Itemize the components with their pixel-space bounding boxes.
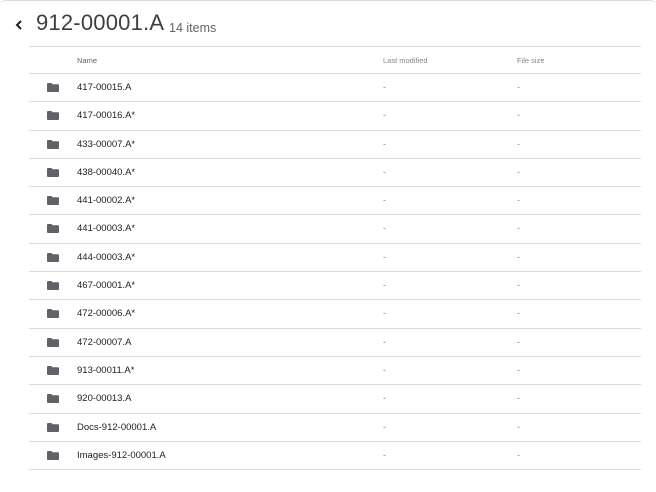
file-size-value: - bbox=[517, 110, 520, 121]
file-name[interactable]: 441-00003.A* bbox=[77, 223, 135, 234]
file-name[interactable]: 441-00002.A* bbox=[77, 195, 135, 206]
file-name[interactable]: 444-00003.A* bbox=[77, 252, 135, 263]
folder-icon bbox=[47, 111, 59, 121]
file-name[interactable]: 438-00040.A* bbox=[77, 167, 135, 178]
table-row[interactable]: Images-912-00001.A - - bbox=[29, 442, 641, 471]
chevron-left-icon bbox=[15, 20, 22, 30]
table-row[interactable]: 441-00003.A* - - bbox=[29, 215, 641, 244]
table-row[interactable]: 913-00011.A* - - bbox=[29, 357, 641, 386]
file-browser: 912-00001.A 14 items Name Last modified … bbox=[0, 0, 656, 492]
last-modified-value: - bbox=[383, 251, 386, 262]
last-modified-value: - bbox=[383, 336, 386, 347]
folder-icon bbox=[47, 450, 59, 460]
file-name[interactable]: 472-00007.A bbox=[77, 337, 131, 348]
file-size-value: - bbox=[517, 251, 520, 262]
table-row[interactable]: 444-00003.A* - - bbox=[29, 244, 641, 273]
file-size-value: - bbox=[517, 223, 520, 234]
table-row[interactable]: 472-00006.A* - - bbox=[29, 300, 641, 329]
last-modified-value: - bbox=[383, 166, 386, 177]
table-row[interactable]: 441-00002.A* - - bbox=[29, 187, 641, 216]
folder-icon bbox=[47, 196, 59, 206]
file-size-value: - bbox=[517, 393, 520, 404]
file-name[interactable]: 467-00001.A* bbox=[77, 280, 135, 291]
table-row[interactable]: 467-00001.A* - - bbox=[29, 272, 641, 301]
folder-icon bbox=[47, 422, 59, 432]
file-name[interactable]: 913-00011.A* bbox=[77, 365, 134, 376]
last-modified-value: - bbox=[383, 138, 386, 149]
last-modified-value: - bbox=[383, 82, 386, 92]
back-button[interactable] bbox=[12, 17, 26, 33]
file-size-value: - bbox=[517, 166, 520, 177]
last-modified-value: - bbox=[383, 308, 386, 319]
column-header-file-size[interactable]: File size bbox=[517, 56, 545, 65]
table-row[interactable]: 472-00007.A - - bbox=[29, 329, 641, 357]
folder-icon bbox=[47, 365, 59, 375]
last-modified-value: - bbox=[383, 195, 386, 206]
last-modified-value: - bbox=[383, 110, 386, 121]
file-size-value: - bbox=[517, 421, 520, 432]
table-row[interactable]: 417-00016.A* - - bbox=[29, 102, 641, 131]
file-size-value: - bbox=[517, 336, 520, 347]
file-name[interactable]: 920-00013.A bbox=[77, 393, 131, 404]
file-name[interactable]: 417-00015.A bbox=[77, 82, 131, 93]
file-name[interactable]: Docs-912-00001.A bbox=[77, 422, 156, 433]
table-header: Name Last modified File size bbox=[29, 46, 641, 74]
folder-icon bbox=[47, 224, 59, 234]
page-title: 912-00001.A bbox=[36, 10, 165, 35]
folder-icon bbox=[47, 83, 59, 92]
file-name[interactable]: 472-00006.A* bbox=[77, 308, 135, 319]
table-row[interactable]: 433-00007.A* - - bbox=[29, 131, 641, 159]
folder-icon bbox=[47, 309, 59, 319]
folder-icon bbox=[47, 139, 59, 149]
folder-icon bbox=[47, 167, 59, 177]
file-name[interactable]: 417-00016.A* bbox=[77, 110, 135, 121]
folder-icon bbox=[47, 394, 59, 404]
last-modified-value: - bbox=[383, 393, 386, 404]
file-name[interactable]: Images-912-00001.A bbox=[77, 450, 166, 461]
table-body: 417-00015.A - - 417-00016.A* - - 433-00007.A* -… bbox=[29, 74, 641, 471]
table-row[interactable]: 920-00013.A - - bbox=[29, 385, 641, 414]
folder-icon bbox=[47, 281, 59, 291]
last-modified-value: - bbox=[383, 364, 386, 375]
file-size-value: - bbox=[517, 138, 520, 149]
last-modified-value: - bbox=[383, 421, 386, 432]
header: 912-00001.A 14 items bbox=[0, 1, 656, 47]
table-row[interactable]: 417-00015.A - - bbox=[29, 74, 641, 103]
file-size-value: - bbox=[517, 280, 520, 291]
file-size-value: - bbox=[517, 195, 520, 206]
folder-icon bbox=[47, 337, 59, 347]
table-row[interactable]: 438-00040.A* - - bbox=[29, 159, 641, 188]
column-header-name[interactable]: Name bbox=[77, 56, 97, 65]
file-size-value: - bbox=[517, 82, 520, 92]
last-modified-value: - bbox=[383, 223, 386, 234]
last-modified-value: - bbox=[383, 280, 386, 291]
file-table: Name Last modified File size 417-00015.A… bbox=[29, 46, 641, 471]
item-count: 14 items bbox=[169, 21, 217, 35]
table-row[interactable]: Docs-912-00001.A - - bbox=[29, 414, 641, 442]
file-name[interactable]: 433-00007.A* bbox=[77, 139, 135, 150]
folder-icon bbox=[47, 252, 59, 262]
file-size-value: - bbox=[517, 308, 520, 319]
column-header-last-modified[interactable]: Last modified bbox=[383, 56, 428, 65]
last-modified-value: - bbox=[383, 449, 386, 460]
file-size-value: - bbox=[517, 449, 520, 460]
file-size-value: - bbox=[517, 364, 520, 375]
